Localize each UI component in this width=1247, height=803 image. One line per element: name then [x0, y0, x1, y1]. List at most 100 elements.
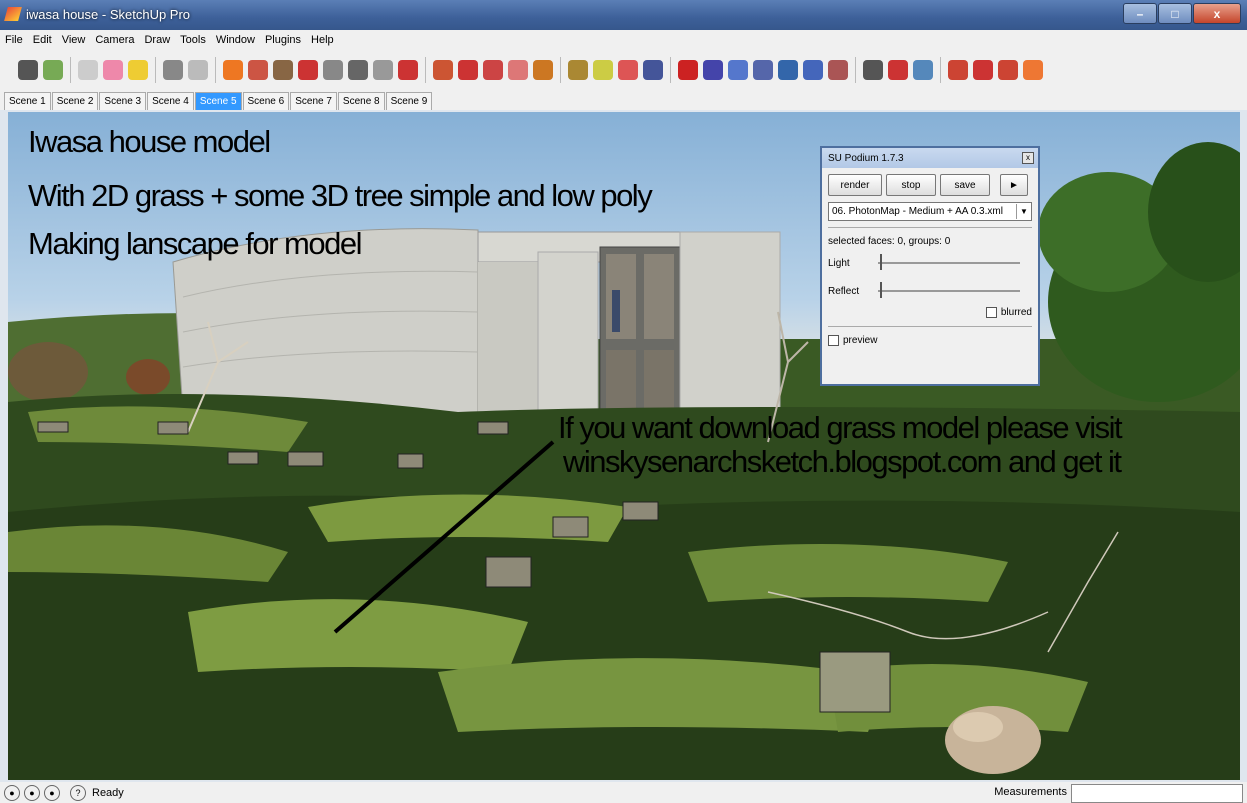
- orbit-icon[interactable]: [678, 60, 698, 80]
- text-icon[interactable]: [593, 60, 613, 80]
- paint-icon[interactable]: [78, 60, 98, 80]
- render-button[interactable]: render: [828, 174, 882, 196]
- pan-icon[interactable]: [703, 60, 723, 80]
- minimize-button[interactable]: –: [1123, 3, 1157, 24]
- chevron-down-icon[interactable]: ▼: [1016, 204, 1031, 219]
- podium-title-bar: SU Podium 1.7.3 x: [822, 148, 1038, 168]
- extra-4-icon[interactable]: [1023, 60, 1043, 80]
- extra-3-icon[interactable]: [998, 60, 1018, 80]
- save-button[interactable]: save: [940, 174, 990, 196]
- maximize-button[interactable]: □: [1158, 3, 1192, 24]
- stop-button[interactable]: stop: [886, 174, 936, 196]
- menu-window[interactable]: Window: [211, 34, 260, 46]
- podium-title: SU Podium 1.7.3: [828, 152, 904, 164]
- menu-plugins[interactable]: Plugins: [260, 34, 306, 46]
- preset-select[interactable]: 06. PhotonMap - Medium + AA 0.3.xml ▼: [828, 202, 1032, 221]
- extra-1-icon[interactable]: [948, 60, 968, 80]
- select-icon[interactable]: [163, 60, 183, 80]
- overlay-line-3: Making lanscape for model: [28, 226, 362, 261]
- toolbar-separator: [215, 57, 216, 83]
- circle-icon[interactable]: [298, 60, 318, 80]
- close-button[interactable]: x: [1193, 3, 1241, 24]
- geo-location-icon[interactable]: ●: [4, 784, 20, 801]
- push-pull-icon[interactable]: [348, 60, 368, 80]
- eraser-icon[interactable]: [188, 60, 208, 80]
- menu-tools[interactable]: Tools: [175, 34, 211, 46]
- user-icon[interactable]: ●: [44, 784, 60, 801]
- menu-help[interactable]: Help: [306, 34, 339, 46]
- tab-scene-3[interactable]: Scene 3: [99, 92, 147, 110]
- tab-scene-6[interactable]: Scene 6: [242, 92, 290, 110]
- tab-scene-5[interactable]: Scene 5: [194, 92, 242, 110]
- light-label: Light: [828, 257, 850, 269]
- scale-icon[interactable]: [458, 60, 478, 80]
- extra-2-icon[interactable]: [973, 60, 993, 80]
- blurred-checkbox[interactable]: [985, 307, 997, 318]
- rotate-icon[interactable]: [433, 60, 453, 80]
- menu-file[interactable]: File: [0, 34, 28, 46]
- toolbar-separator: [855, 57, 856, 83]
- preview-row: preview: [822, 333, 1038, 348]
- help-icon[interactable]: ?: [70, 784, 86, 801]
- axes-icon[interactable]: [618, 60, 638, 80]
- offset-icon[interactable]: [483, 60, 503, 80]
- zoom-icon[interactable]: [728, 60, 748, 80]
- look-around-icon[interactable]: [888, 60, 908, 80]
- paint-bucket-icon[interactable]: [223, 60, 243, 80]
- model-viewport[interactable]: Iwasa house model With 2D grass + some 3…: [8, 112, 1240, 780]
- tab-scene-2[interactable]: Scene 2: [51, 92, 99, 110]
- reflect-slider[interactable]: [878, 282, 1020, 298]
- line-icon[interactable]: [273, 60, 293, 80]
- menu-draw[interactable]: Draw: [139, 34, 175, 46]
- overlay-title: Iwasa house model: [28, 124, 271, 159]
- reflect-slider-thumb[interactable]: [880, 282, 882, 298]
- tab-scene-8[interactable]: Scene 8: [337, 92, 385, 110]
- su-podium-dialog: SU Podium 1.7.3 x render stop save ► 06.…: [820, 146, 1040, 386]
- arc-icon[interactable]: [323, 60, 343, 80]
- blurred-label: blurred: [1000, 307, 1032, 319]
- position-camera-icon[interactable]: [828, 60, 848, 80]
- podium-icon[interactable]: [18, 60, 38, 80]
- dimension-icon[interactable]: [568, 60, 588, 80]
- follow-me-icon[interactable]: [373, 60, 393, 80]
- overlay-line-2: With 2D grass + some 3D tree simple and …: [28, 178, 653, 213]
- menu-edit[interactable]: Edit: [28, 34, 57, 46]
- toolbar-separator: [155, 57, 156, 83]
- title-bar: iwasa house - SketchUp Pro – □ x: [0, 0, 1247, 30]
- toolbar-separator: [670, 57, 671, 83]
- components-icon[interactable]: [43, 60, 63, 80]
- materials-icon[interactable]: [103, 60, 123, 80]
- sketchup-icon: [4, 7, 22, 21]
- overlay-line-4: If you want download grass model please …: [558, 410, 1123, 445]
- podium-close-button[interactable]: x: [1022, 152, 1034, 164]
- more-button[interactable]: ►: [1000, 174, 1028, 196]
- rectangle-icon[interactable]: [248, 60, 268, 80]
- tape-icon[interactable]: [508, 60, 528, 80]
- move-icon[interactable]: [398, 60, 418, 80]
- menu-camera[interactable]: Camera: [90, 34, 139, 46]
- tab-scene-9[interactable]: Scene 9: [385, 92, 433, 110]
- tab-scene-1[interactable]: Scene 1: [4, 92, 51, 110]
- zoom-extents-icon[interactable]: [778, 60, 798, 80]
- walk-icon[interactable]: [863, 60, 883, 80]
- zoom-window-icon[interactable]: [753, 60, 773, 80]
- menu-view[interactable]: View: [57, 34, 91, 46]
- section-plane-icon[interactable]: [913, 60, 933, 80]
- 3d-text-icon[interactable]: [643, 60, 663, 80]
- tab-scene-7[interactable]: Scene 7: [290, 92, 337, 110]
- previous-view-icon[interactable]: [803, 60, 823, 80]
- light-slider-row: Light: [822, 249, 1038, 277]
- preview-label: preview: [843, 335, 878, 347]
- bulb-icon[interactable]: [128, 60, 148, 80]
- credits-icon[interactable]: ●: [24, 784, 40, 801]
- protractor-icon[interactable]: [533, 60, 553, 80]
- preview-checkbox[interactable]: [828, 335, 839, 347]
- status-bar: ● ● ● ? Ready Measurements: [0, 782, 1247, 803]
- toolbar-separator: [940, 57, 941, 83]
- light-slider-thumb[interactable]: [880, 254, 882, 270]
- light-slider[interactable]: [878, 254, 1020, 270]
- overlay-line-5: winskysenarchsketch.blogspot.com and get…: [563, 444, 1122, 479]
- scene-tabs: Scene 1 Scene 2 Scene 3 Scene 4 Scene 5 …: [0, 90, 1247, 110]
- measurements-input[interactable]: [1071, 784, 1243, 803]
- tab-scene-4[interactable]: Scene 4: [147, 92, 194, 110]
